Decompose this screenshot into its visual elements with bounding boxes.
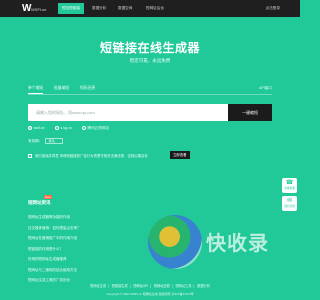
- site-logo[interactable]: W WSFI.cn: [22, 3, 48, 14]
- side-button-label: 微信咨询: [284, 205, 295, 208]
- tab-batch[interactable]: 批量缩短: [54, 86, 69, 91]
- domain-option-label: s.sg.cn: [60, 126, 72, 130]
- nav-item-data-space[interactable]: 数据空间: [118, 6, 132, 11]
- online-service-button[interactable]: ☎ 在线客服: [282, 178, 297, 193]
- expire-select[interactable]: 永久: [45, 138, 64, 144]
- api-link[interactable]: API接口: [259, 86, 272, 91]
- news-item[interactable]: 短链接的作用是什么？: [28, 244, 148, 255]
- nav-item-data-analysis[interactable]: 数据分析: [92, 6, 106, 11]
- nav-item-short-url[interactable]: 短址短链接: [58, 3, 84, 14]
- radio-icon: [55, 126, 59, 131]
- footer-copyright: Copyright © 2023 WSFI.cn 短网址生成 版权所有 沪ICP…: [106, 292, 194, 296]
- expire-row: 有效期： 永久: [28, 138, 64, 144]
- hero-title: 短链接在线生成器: [99, 41, 200, 55]
- wechat-consult-button[interactable]: ✉ 微信咨询: [282, 196, 297, 211]
- footer-link[interactable]: 短网址生成: [90, 284, 106, 288]
- domain-option-label: 腾讯云短网址: [87, 126, 110, 130]
- generate-button[interactable]: 一键缩短: [228, 104, 272, 121]
- news-item[interactable]: 短网址生成器等功能的作用: [28, 212, 148, 223]
- chat-icon: ☎: [285, 180, 294, 186]
- radio-icon: [82, 126, 86, 131]
- news-title: 短网址资讯: [28, 200, 51, 205]
- footer-link[interactable]: 短链接生成: [112, 284, 128, 288]
- news-item[interactable]: 社交媒体营销：如何提高点击率？: [28, 223, 148, 234]
- domain-option-label: wsfi.cn: [33, 126, 45, 130]
- watermark-text: 快收录: [206, 233, 269, 255]
- radio-selected-icon: [28, 126, 32, 131]
- terms-checkbox[interactable]: [28, 154, 32, 159]
- logo-text: WSFI.cn: [31, 7, 47, 12]
- news-badge: New: [44, 195, 52, 199]
- view-terms-button[interactable]: 立即查看: [170, 151, 190, 159]
- nav-item-admin[interactable]: 短网址后台: [146, 6, 164, 11]
- tabs-divider: [28, 94, 272, 95]
- tab-single[interactable]: 单个缩短: [28, 86, 44, 94]
- url-input[interactable]: [28, 104, 228, 121]
- login-link[interactable]: 点击登录: [266, 6, 280, 11]
- footer-link[interactable]: 短网址还原: [154, 284, 170, 288]
- expire-label: 有效期：: [28, 138, 43, 143]
- news-item[interactable]: 短网址与二维码的结合使用方法: [28, 265, 148, 276]
- tab-restore[interactable]: 短码还原: [80, 86, 95, 91]
- domain-option-wsfi[interactable]: wsfi.cn: [28, 126, 45, 131]
- footer-link[interactable]: 短网址API: [133, 284, 148, 288]
- watermark: 快收录: [148, 213, 278, 275]
- terms-text: 我已阅读并同意 申请短链接的广告行为须遵守相关法律法规，否则后果自负: [34, 154, 148, 158]
- footer-link[interactable]: 数据分析: [197, 284, 210, 288]
- top-navbar: W WSFI.cn 短址短链接 数据分析 数据空间 短网址后台 点击登录: [0, 0, 300, 17]
- news-item[interactable]: 好用的短网址生成器推荐: [28, 254, 148, 265]
- footer-links: 短网址生成 | 短链接生成 | 短网址API | 短网址还原 | 短网址工具 | 数据分析: [90, 284, 210, 288]
- footer-link[interactable]: 短网址工具: [175, 284, 191, 288]
- terms-notice: 我已阅读并同意 申请短链接的广告行为须遵守相关法律法规，否则后果自负: [28, 153, 268, 161]
- domain-option-sgcn[interactable]: s.sg.cn: [55, 126, 72, 131]
- news-list: 短网址生成器等功能的作用 社交媒体营销：如何提高点击率？ 短网址在营销推广中的作…: [28, 212, 148, 286]
- shopping-icon: ✉: [286, 198, 293, 204]
- domain-option-tencent[interactable]: 腾讯云短网址: [82, 126, 109, 131]
- side-button-label: 在线客服: [284, 187, 295, 190]
- news-item[interactable]: 短网址在营销推广中的作用介绍: [28, 233, 148, 244]
- watermark-logo-icon: [148, 215, 202, 269]
- hero-subtitle: 稳定可靠，永远免费: [129, 58, 171, 63]
